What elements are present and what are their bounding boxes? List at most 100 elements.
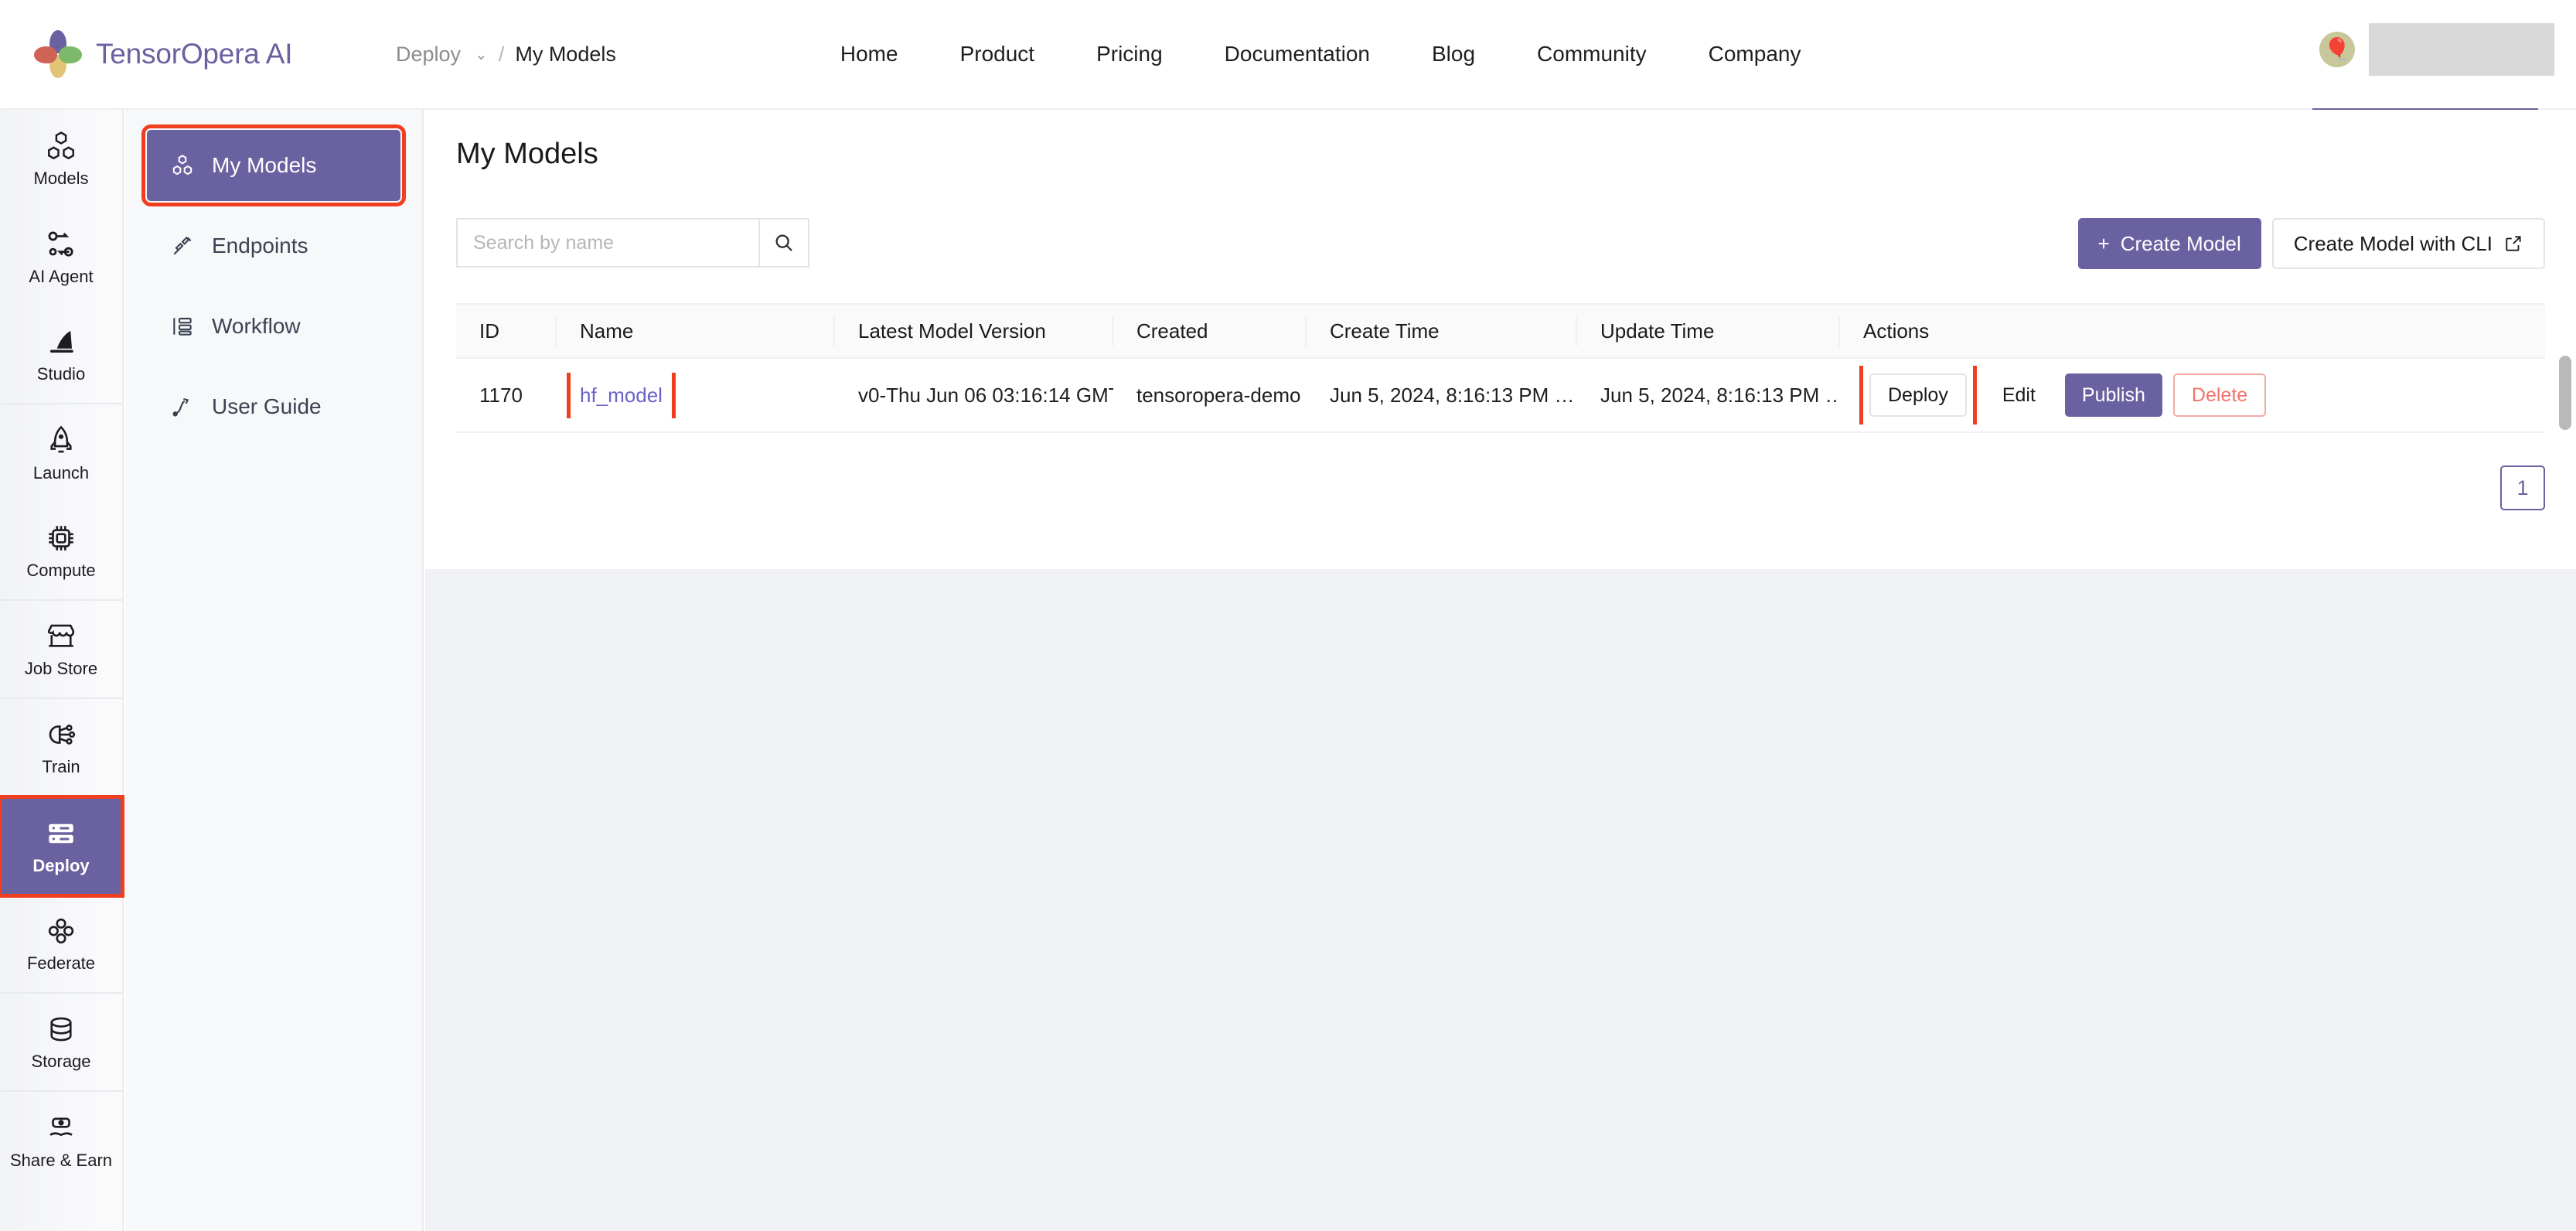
delete-button[interactable]: Delete [2173,373,2266,417]
table-header-row: ID Name Latest Model Version Created Cre… [456,303,2545,359]
breadcrumb: Deploy ⌄ / My Models [396,43,616,66]
sidebar-item-label: Job Store [25,659,97,679]
storefront-icon [45,620,77,653]
search-bar [456,218,809,268]
chevron-down-icon[interactable]: ⌄ [475,45,488,64]
sidebar-item-models[interactable]: Models [0,110,122,208]
sidebar-item-label: Launch [33,463,89,483]
search-button[interactable] [758,218,809,268]
rocket-icon [45,425,77,457]
sidebar-item-label: Federate [27,953,95,974]
sidebar-item-federate[interactable]: Federate [0,895,122,994]
subnav-item-label: My Models [212,153,316,178]
cell-name: hf_model [557,373,835,418]
nav-item-home[interactable]: Home [840,42,898,66]
brand[interactable]: TensorOpera AI [34,30,382,78]
server-rack-icon [45,817,77,850]
sidebar-item-label: Studio [37,364,85,384]
database-icon [45,1013,77,1045]
sidebar-item-deploy[interactable]: Deploy [0,797,122,895]
sidebar-item-compute[interactable]: Compute [0,503,122,601]
main-navigation: Home Product Pricing Documentation Blog … [840,42,1801,66]
column-header-name[interactable]: Name [557,315,835,346]
create-model-label: Create Model [2121,232,2241,256]
sidebar-item-studio[interactable]: Studio [0,306,122,404]
cell-actions: Deploy Edit Publish Delete [1840,366,2545,425]
pagination: 1 [2500,465,2545,510]
nav-item-blog[interactable]: Blog [1432,42,1475,66]
publish-button[interactable]: Publish [2065,373,2162,417]
column-header-update-time[interactable]: Update Time [1577,315,1840,346]
sidebar-item-job-store[interactable]: Job Store [0,601,122,699]
sidebar-item-ai-agent[interactable]: AI Agent [0,208,122,306]
model-name-link[interactable]: hf_model [580,384,663,407]
cpu-chip-icon [45,522,77,554]
column-header-created[interactable]: Created [1113,315,1307,346]
brain-network-icon [45,718,77,751]
agent-nodes-icon [45,228,77,261]
flower-logo-icon [34,30,82,78]
cubes-icon [170,153,195,178]
cell-created: tensoropera-demo [1113,384,1307,407]
create-cli-label: Create Model with CLI [2294,232,2493,256]
create-model-button[interactable]: + Create Model [2078,218,2261,269]
deploy-button[interactable]: Deploy [1869,373,1967,417]
column-header-version[interactable]: Latest Model Version [835,315,1113,346]
cell-update-time: Jun 5, 2024, 8:16:13 PM … [1577,384,1840,407]
cell-latest-model-version: v0-Thu Jun 06 03:16:14 GMT 20… [835,384,1113,407]
create-model-with-cli-button[interactable]: Create Model with CLI [2272,218,2545,269]
page-title: My Models [456,138,598,171]
top-actions: + Create Model Create Model with CLI [2078,218,2546,269]
content-area: My Models + Create Model Create Model wi… [425,110,2576,1231]
sidebar-item-train[interactable]: Train [0,699,122,797]
subnav-item-label: Workflow [212,314,301,339]
endpoint-icon [170,234,195,258]
subnav-item-label: User Guide [212,394,322,419]
secondary-sidebar: My Models Endpoints Workflow User Guide [125,110,424,1231]
money-hand-icon [45,1112,77,1144]
subnav-item-workflow[interactable]: Workflow [147,291,400,362]
column-header-id[interactable]: ID [456,315,557,346]
breadcrumb-separator: / [499,43,505,66]
deploy-button-highlight: Deploy [1863,366,1973,425]
nav-item-pricing[interactable]: Pricing [1096,42,1163,66]
table-vertical-scrollbar[interactable] [2559,356,2571,430]
cell-create-time: Jun 5, 2024, 8:16:13 PM … [1307,384,1577,407]
sidebar-item-label: Models [34,169,89,189]
subnav-item-endpoints[interactable]: Endpoints [147,210,400,281]
workflow-icon [170,314,195,339]
sidebar-item-label: Deploy [32,856,89,876]
guide-path-icon [170,394,195,419]
username-redacted [2369,23,2554,76]
column-header-create-time[interactable]: Create Time [1307,315,1577,346]
nav-item-community[interactable]: Community [1537,42,1647,66]
page-button-1[interactable]: 1 [2500,465,2545,510]
avatar[interactable]: 🎈 [2319,32,2355,67]
nav-item-documentation[interactable]: Documentation [1225,42,1370,66]
model-name-highlight: hf_model [571,373,672,418]
search-icon [772,231,796,254]
edit-button[interactable]: Edit [1984,373,2054,417]
column-header-actions[interactable]: Actions [1840,315,2545,346]
external-link-icon [2503,234,2523,254]
sidebar-item-storage[interactable]: Storage [0,994,122,1092]
sidebar-item-label: Compute [26,561,95,581]
subnav-item-my-models[interactable]: My Models [147,130,400,201]
nav-item-product[interactable]: Product [960,42,1035,66]
row-action-buttons: Deploy Edit Publish Delete [1863,366,2266,425]
brand-name: TensorOpera AI [96,38,292,70]
cubes-icon [45,130,77,162]
subnav-item-label: Endpoints [212,234,308,258]
subnav-item-user-guide[interactable]: User Guide [147,371,400,442]
cell-id: 1170 [456,384,557,407]
sidebar-item-launch[interactable]: Launch [0,404,122,503]
nav-item-company[interactable]: Company [1709,42,1801,66]
plus-icon: + [2098,232,2110,256]
models-card: My Models + Create Model Create Model wi… [425,110,2576,569]
breadcrumb-parent[interactable]: Deploy [396,43,461,66]
search-input[interactable] [456,218,758,268]
top-bar: TensorOpera AI Deploy ⌄ / My Models Home… [0,0,2576,110]
sidebar-item-label: Storage [31,1052,90,1072]
user-area[interactable]: 🎈 [2319,23,2554,76]
sidebar-item-share-and-earn[interactable]: Share & Earn [0,1092,122,1190]
